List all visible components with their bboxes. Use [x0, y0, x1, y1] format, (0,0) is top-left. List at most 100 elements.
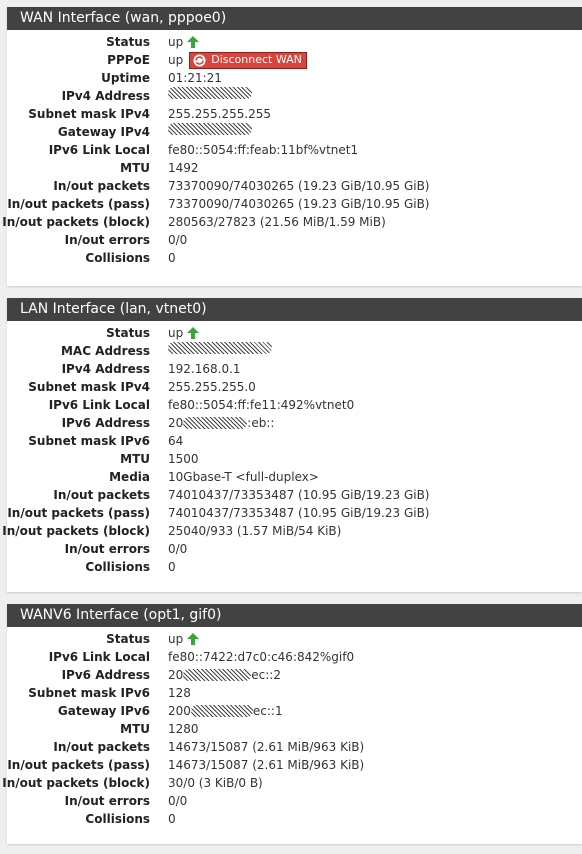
wan-mtu-row: MTU 1492: [7, 159, 582, 177]
lan-coll-value: 0: [168, 560, 176, 574]
lan-ll6-value: fe80::5054:ff:fe11:492%vtnet0: [168, 398, 355, 412]
wan-mtu-value: 1492: [168, 161, 199, 175]
wan-uptime-label: Uptime: [101, 71, 150, 85]
lan-mask4-value: 255.255.255.0: [168, 380, 256, 394]
lan-ll6-row: IPv6 Link Local fe80::5054:ff:fe11:492%v…: [7, 396, 582, 414]
wan-gw4-row: Gateway IPv4: [7, 123, 582, 141]
lan-panel-title: LAN Interface (lan, vtnet0): [7, 298, 582, 321]
lan-block-value: 25040/933 (1.57 MiB/54 KiB): [168, 524, 342, 538]
wan-block-label: In/out packets (block): [2, 215, 150, 229]
wanv6-ll6-value: fe80::7422:d7c0:c46:842%gif0: [168, 650, 355, 664]
lan-mtu-value: 1500: [168, 452, 199, 466]
wanv6-mtu-row: MTU 1280: [7, 720, 582, 738]
wan-mtu-label: MTU: [120, 161, 150, 175]
lan-inout-label: In/out packets: [53, 488, 150, 502]
wan-status-row: Status up: [7, 33, 582, 51]
wan-errors-row: In/out errors 0/0: [7, 231, 582, 249]
wanv6-errors-label: In/out errors: [64, 794, 150, 808]
wanv6-mtu-value: 1280: [168, 722, 199, 736]
lan-ipv6-prefix: 20: [168, 416, 184, 430]
lan-errors-label: In/out errors: [64, 542, 150, 556]
wanv6-pass-value: 14673/15087 (2.61 MiB/963 KiB): [168, 758, 365, 772]
arrow-up-icon: [187, 633, 200, 645]
wanv6-pass-label: In/out packets (pass): [7, 758, 150, 772]
disconnect-wan-button[interactable]: Disconnect WAN: [189, 51, 307, 69]
wanv6-gw6-row: Gateway IPv6 200 ec::1: [7, 702, 582, 720]
wan-panel-title: WAN Interface (wan, pppoe0): [7, 7, 582, 30]
lan-media-label: Media: [109, 470, 150, 484]
wan-inout-label: In/out packets: [53, 179, 150, 193]
lan-mac-label: MAC Address: [60, 344, 150, 358]
lan-block-label: In/out packets (block): [2, 524, 150, 538]
wanv6-gw6-suffix: ec::1: [252, 704, 283, 718]
wanv6-pass-row: In/out packets (pass) 14673/15087 (2.61 …: [7, 756, 582, 774]
disconnect-wan-label: Disconnect WAN: [211, 53, 302, 66]
lan-mask4-label: Subnet mask IPv4: [28, 380, 150, 394]
wanv6-coll-label: Collisions: [85, 812, 150, 826]
lan-coll-label: Collisions: [85, 560, 150, 574]
wan-mask4-value: 255.255.255.255: [168, 107, 272, 121]
lan-pass-row: In/out packets (pass) 74010437/73353487 …: [7, 504, 582, 522]
wanv6-errors-value: 0/0: [168, 794, 188, 808]
wan-pass-value: 73370090/74030265 (19.23 GiB/10.95 GiB): [168, 197, 430, 211]
wanv6-ipv6-prefix: 20: [168, 668, 184, 682]
wanv6-status-row: Status up: [7, 630, 582, 648]
wan-block-row: In/out packets (block) 280563/27823 (21.…: [2, 213, 582, 231]
wan-gw4-label: Gateway IPv4: [57, 125, 150, 139]
lan-coll-row: Collisions 0: [7, 558, 582, 576]
lan-mask6-label: Subnet mask IPv6: [28, 434, 150, 448]
lan-ipv6-label: IPv6 Address: [61, 416, 150, 430]
lan-inout-row: In/out packets 74010437/73353487 (10.95 …: [7, 486, 582, 504]
redacted-gateway-ipv4: [168, 123, 252, 135]
lan-interface-panel: LAN Interface (lan, vtnet0) Status up MA…: [2, 298, 582, 592]
wanv6-mask6-label: Subnet mask IPv6: [28, 686, 150, 700]
wanv6-ipv6-label: IPv6 Address: [61, 668, 150, 682]
lan-errors-row: In/out errors 0/0: [7, 540, 582, 558]
wanv6-gw6-prefix: 200: [168, 704, 191, 718]
wan-pppoe-label: PPPoE: [107, 53, 150, 67]
wan-inout-value: 73370090/74030265 (19.23 GiB/10.95 GiB): [168, 179, 430, 193]
arrow-up-icon: [187, 327, 200, 339]
wanv6-ipv6-suffix: ec::2: [251, 668, 281, 682]
lan-pass-label: In/out packets (pass): [7, 506, 150, 520]
wanv6-inout-value: 14673/15087 (2.61 MiB/963 KiB): [168, 740, 365, 754]
wanv6-ipv6-row: IPv6 Address 20 ec::2: [7, 666, 582, 684]
wan-ipv4-label: IPv4 Address: [61, 89, 150, 103]
lan-block-row: In/out packets (block) 25040/933 (1.57 M…: [2, 522, 582, 540]
wanv6-mask6-row: Subnet mask IPv6 128: [7, 684, 582, 702]
wanv6-ll6-label: IPv6 Link Local: [48, 650, 150, 664]
lan-mtu-label: MTU: [120, 452, 150, 466]
wan-coll-row: Collisions 0: [7, 249, 582, 267]
wanv6-block-value: 30/0 (3 KiB/0 B): [168, 776, 263, 790]
wanv6-errors-row: In/out errors 0/0: [7, 792, 582, 810]
lan-status-row: Status up: [7, 324, 582, 342]
lan-mask4-row: Subnet mask IPv4 255.255.255.0: [7, 378, 582, 396]
lan-mask6-row: Subnet mask IPv6 64: [7, 432, 582, 450]
redacted-ipv4-address: [168, 87, 252, 99]
lan-errors-value: 0/0: [168, 542, 188, 556]
wan-coll-value: 0: [168, 251, 176, 265]
lan-media-value: 10Gbase-T <full-duplex>: [168, 470, 319, 484]
wan-coll-label: Collisions: [85, 251, 150, 265]
wan-uptime-row: Uptime 01:21:21: [7, 69, 582, 87]
wan-pppoe-value: up: [168, 53, 184, 67]
lan-mtu-row: MTU 1500: [7, 450, 582, 468]
wan-mask4-row: Subnet mask IPv4 255.255.255.255: [7, 105, 582, 123]
redacted-ipv6-address: [183, 669, 252, 681]
wan-mask4-label: Subnet mask IPv4: [28, 107, 150, 121]
lan-status-label: Status: [106, 326, 150, 340]
redacted-ipv6-address: [183, 417, 248, 429]
lan-mac-row: MAC Address: [7, 342, 582, 360]
lan-media-row: Media 10Gbase-T <full-duplex>: [7, 468, 582, 486]
redacted-mac-address: [168, 342, 272, 354]
wan-ll6-value: fe80::5054:ff:feab:11bf%vtnet1: [168, 143, 359, 157]
disconnect-icon: [193, 54, 206, 66]
wan-pass-row: In/out packets (pass) 73370090/74030265 …: [7, 195, 582, 213]
wan-interface-panel: WAN Interface (wan, pppoe0) Status up PP…: [2, 7, 582, 286]
wan-block-value: 280563/27823 (21.56 MiB/1.59 MiB): [168, 215, 386, 229]
lan-pass-value: 74010437/73353487 (10.95 GiB/19.23 GiB): [168, 506, 430, 520]
wanv6-status-value: up: [168, 632, 184, 646]
wanv6-ll6-row: IPv6 Link Local fe80::7422:d7c0:c46:842%…: [7, 648, 582, 666]
lan-status-value: up: [168, 326, 184, 340]
lan-ll6-label: IPv6 Link Local: [48, 398, 150, 412]
